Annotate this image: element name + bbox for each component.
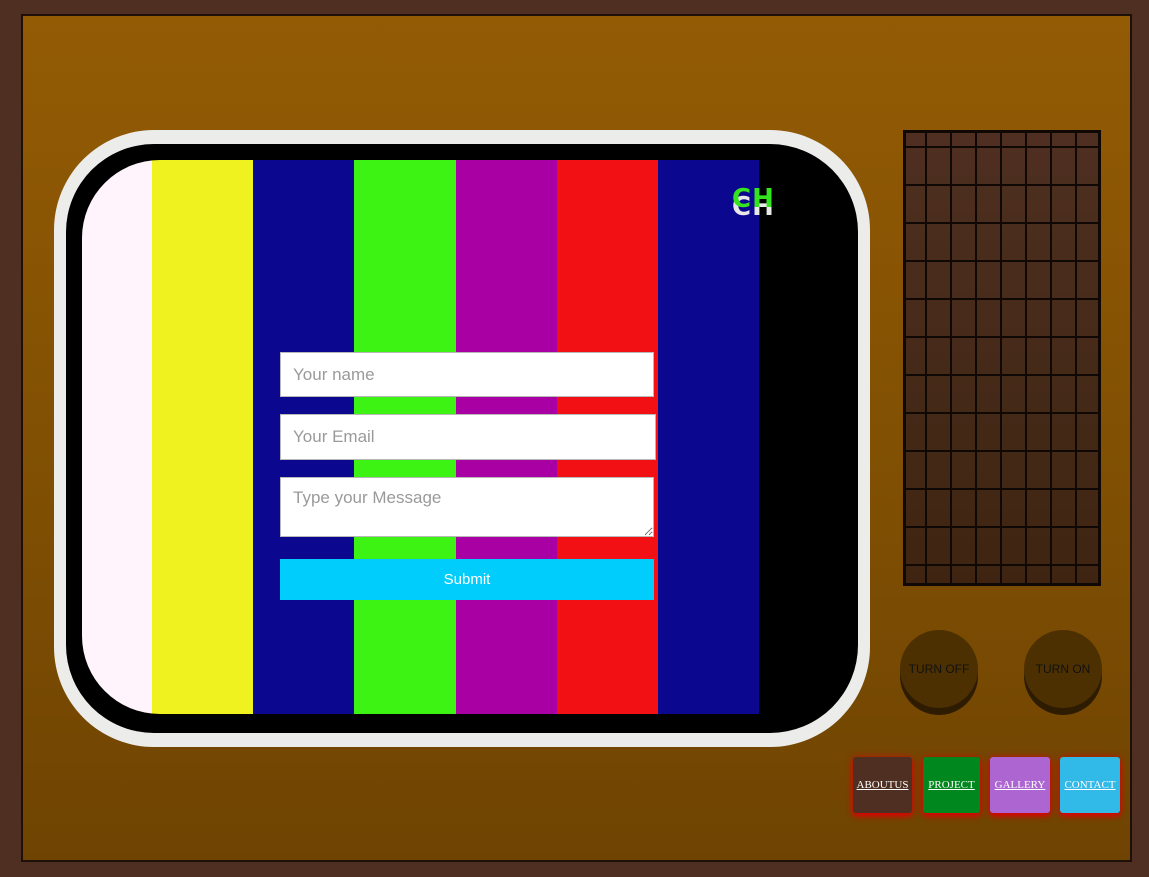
- submit-button[interactable]: Submit: [280, 559, 654, 600]
- nav-gallery-button[interactable]: GALLERY: [990, 757, 1050, 813]
- tv-cabinet: CH CH Submit TURN OFF TURN ON ABOUTUS PR…: [21, 14, 1132, 862]
- nav-aboutus-label: ABOUTUS: [856, 779, 909, 791]
- turn-off-knob[interactable]: TURN OFF: [900, 630, 978, 708]
- turn-off-label: TURN OFF: [908, 662, 970, 676]
- contact-form: Submit: [280, 352, 656, 600]
- nav-contact-label: CONTACT: [1064, 779, 1116, 791]
- nav-contact-button[interactable]: CONTACT: [1060, 757, 1120, 813]
- turn-on-knob[interactable]: TURN ON: [1024, 630, 1102, 708]
- color-bar-yellow: [152, 160, 253, 714]
- speaker-grille: [903, 130, 1101, 586]
- nav-aboutus-button[interactable]: ABOUTUS: [853, 757, 912, 813]
- turn-on-label: TURN ON: [1035, 662, 1091, 676]
- tv-screen: CH CH Submit: [82, 160, 856, 714]
- name-input[interactable]: [280, 352, 654, 397]
- nav-project-label: PROJECT: [928, 779, 975, 791]
- color-bar-white: [82, 160, 152, 714]
- channel-label: CH: [732, 184, 775, 214]
- email-input[interactable]: [280, 414, 656, 460]
- nav-project-button[interactable]: PROJECT: [923, 757, 980, 813]
- message-textarea[interactable]: [280, 477, 654, 537]
- nav-gallery-label: GALLERY: [994, 779, 1046, 791]
- color-bar-blue-2: [658, 160, 759, 714]
